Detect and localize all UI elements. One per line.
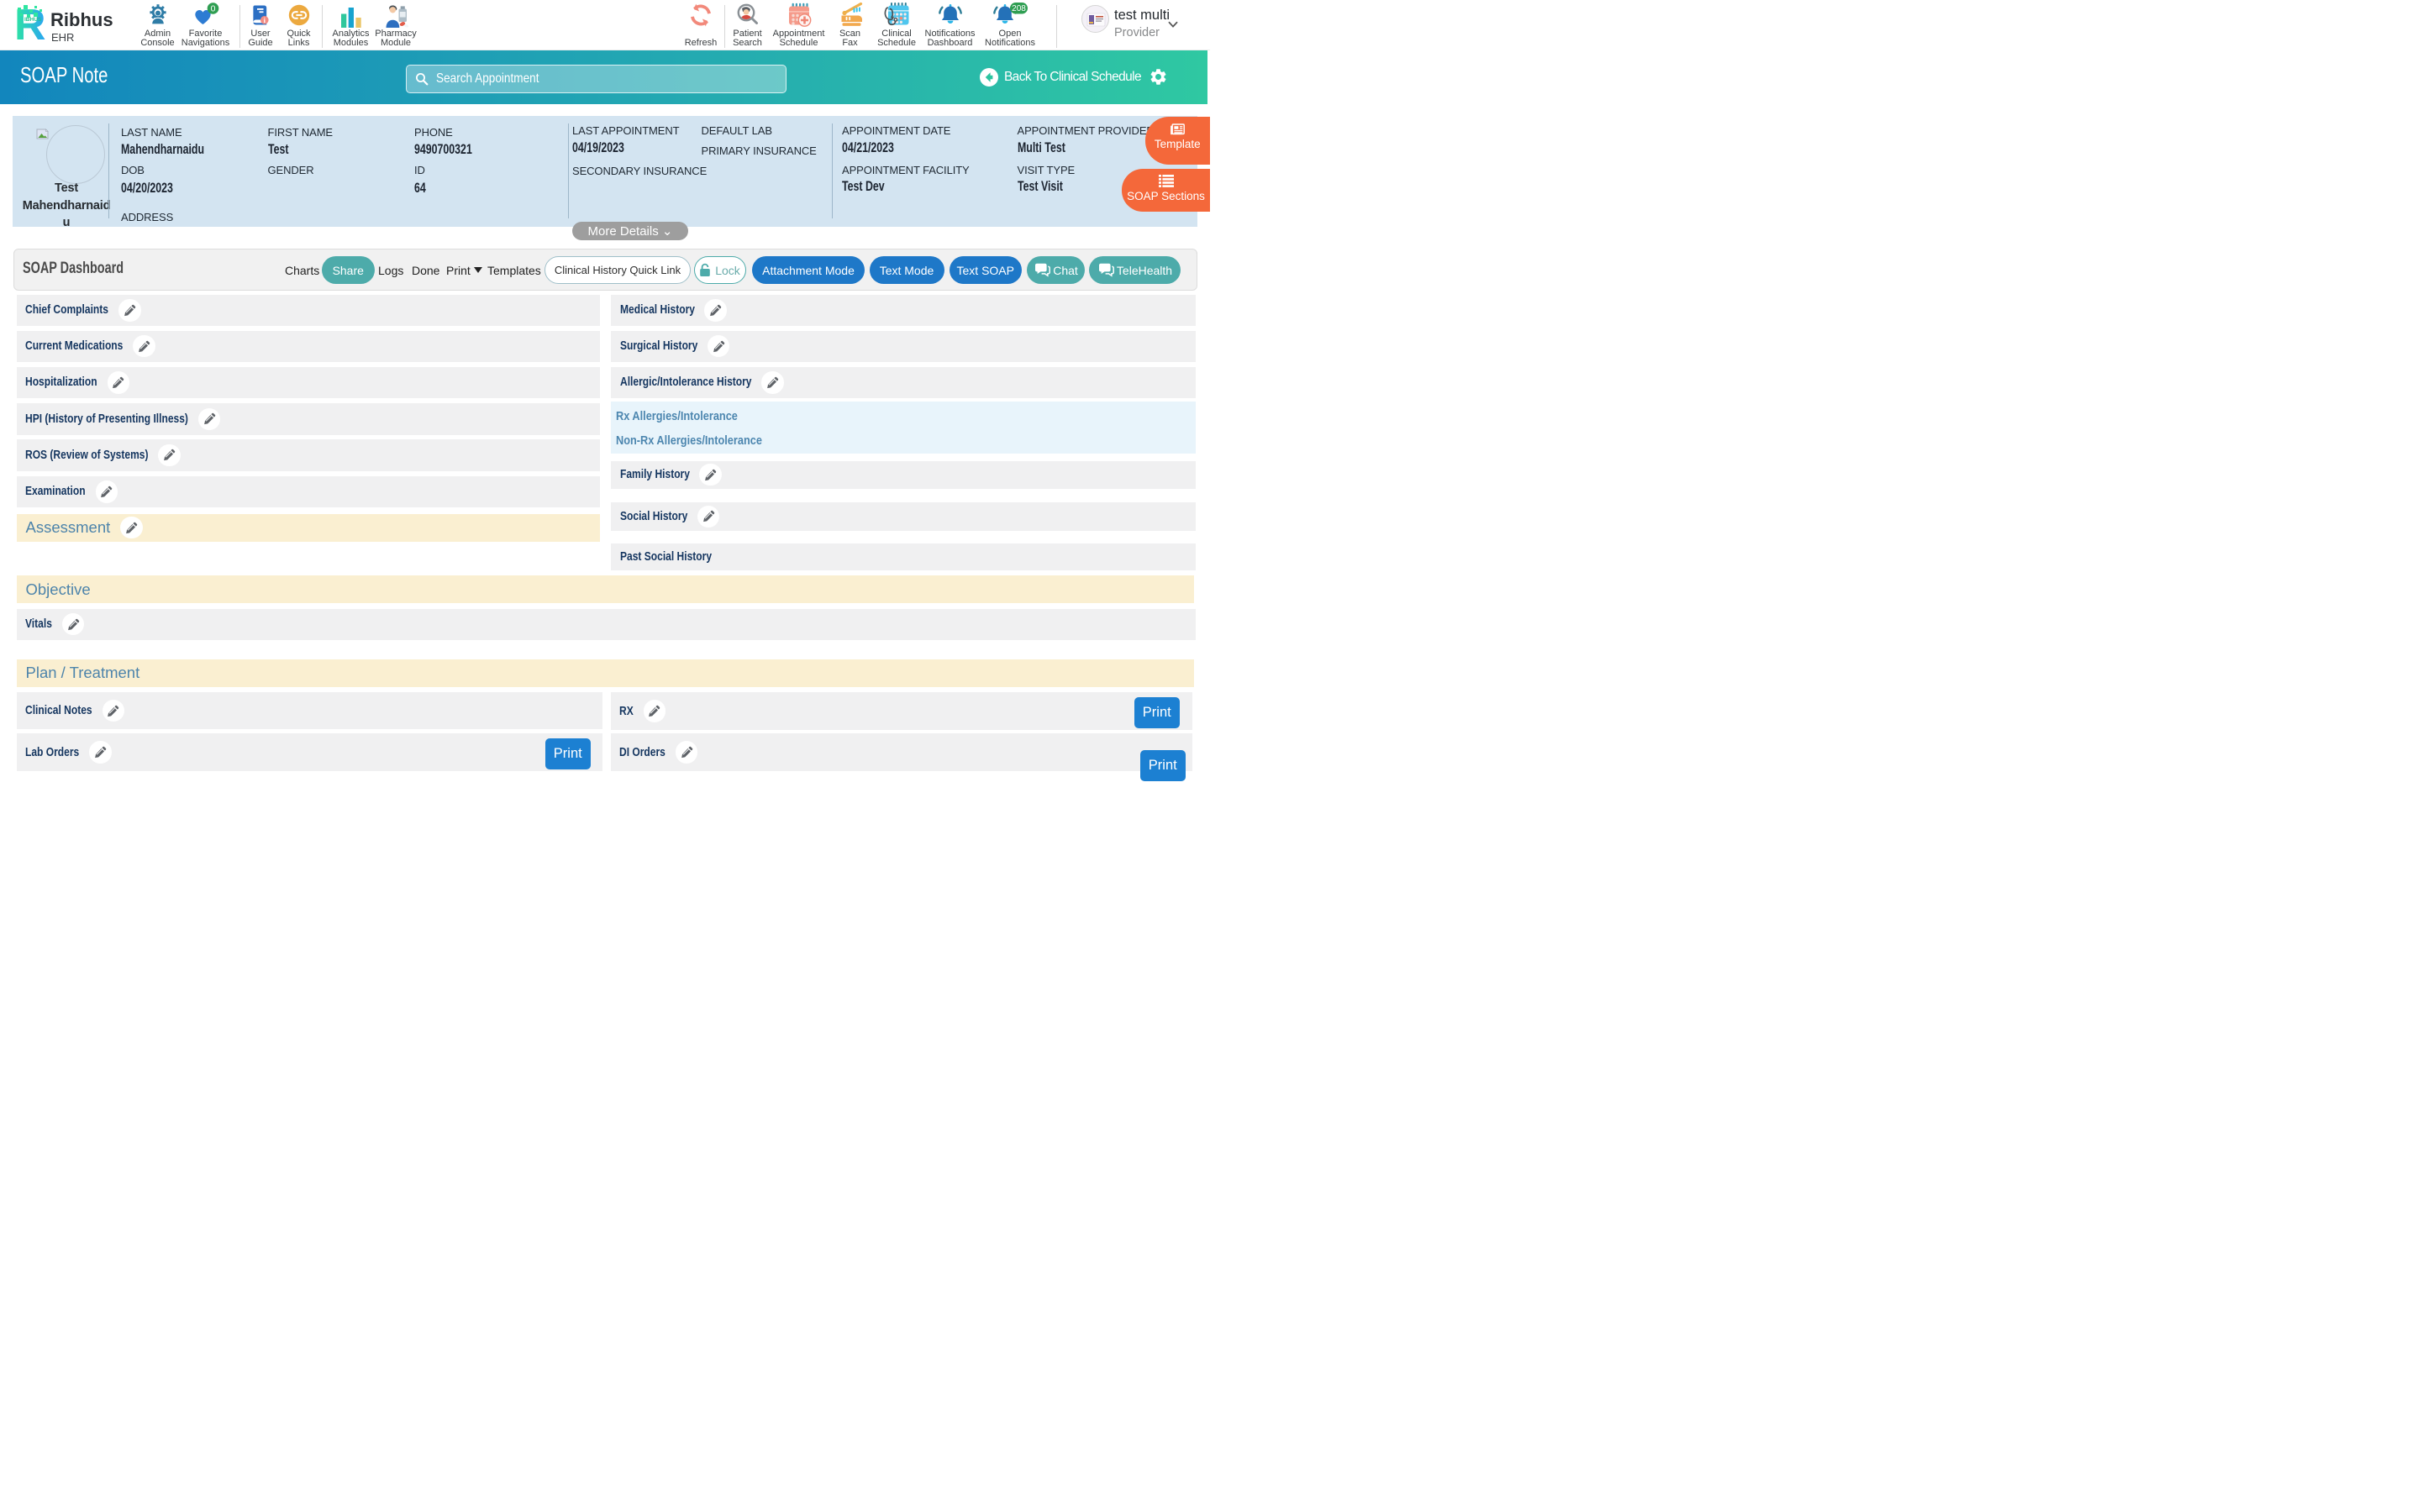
svg-text:IBHUS: IBHUS: [24, 17, 42, 23]
svg-text:208: 208: [1012, 4, 1026, 13]
svg-text:Ribhus: Ribhus: [50, 9, 113, 30]
svg-text:EHR: EHR: [51, 31, 74, 44]
svg-text:0: 0: [210, 3, 215, 13]
